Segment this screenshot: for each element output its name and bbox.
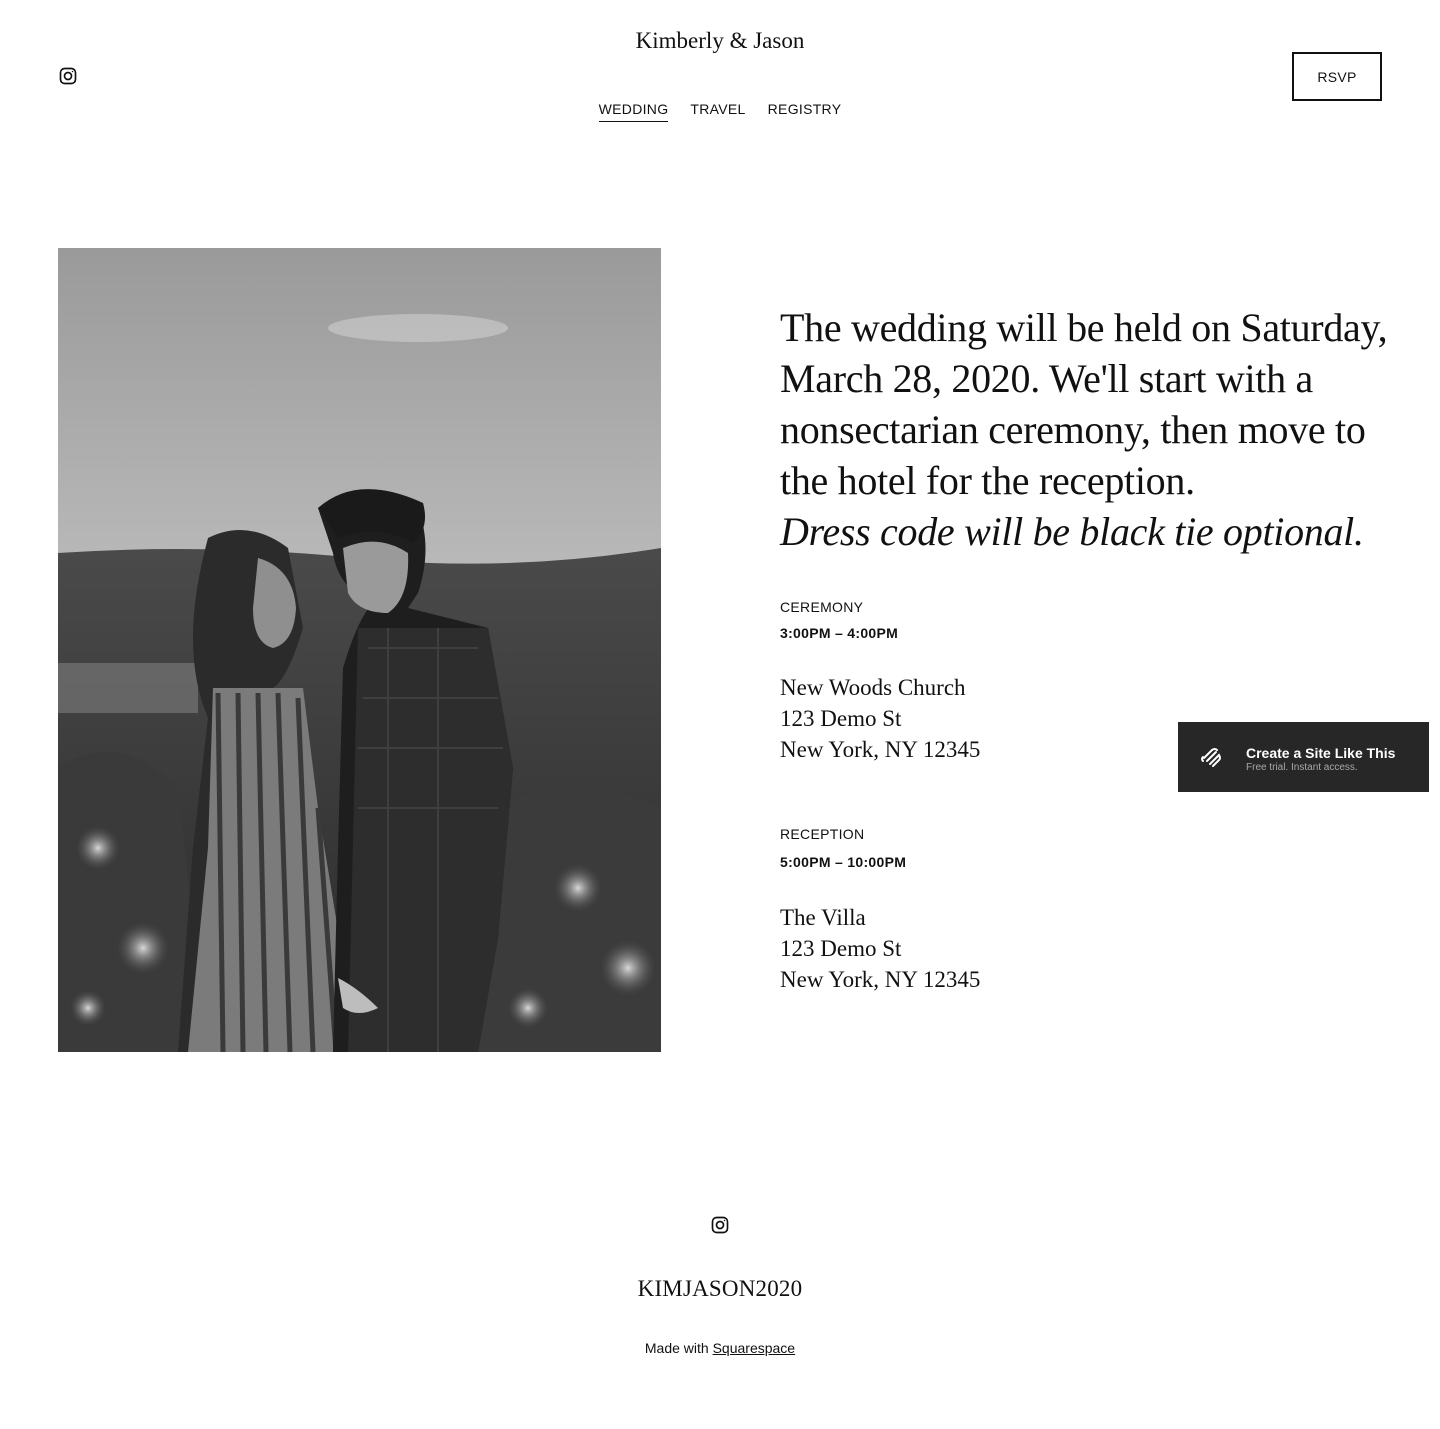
- page: Kimberly & Jason WEDDING TRAVEL REGISTRY…: [0, 0, 1440, 1429]
- badge-title: Create a Site Like This: [1246, 745, 1396, 761]
- nav-item-wedding[interactable]: WEDDING: [598, 101, 669, 122]
- reception-venue: The Villa: [780, 905, 866, 930]
- ceremony-street: 123 Demo St: [780, 706, 902, 731]
- wedding-intro: The wedding will be held on Saturday, Ma…: [780, 302, 1400, 557]
- couple-photo: [58, 248, 661, 1052]
- ceremony-address: New Woods Church 123 Demo St New York, N…: [780, 672, 980, 765]
- instagram-icon[interactable]: [710, 1215, 730, 1235]
- reception-time: 5:00PM – 10:00PM: [780, 854, 907, 870]
- made-with-prefix: Made with: [644, 1340, 709, 1356]
- made-with-text: Made with Squarespace: [0, 1340, 1440, 1356]
- ceremony-city: New York, NY 12345: [780, 737, 981, 762]
- reception-city: New York, NY 12345: [780, 967, 981, 992]
- badge-subtitle: Free trial. Instant access.: [1246, 762, 1358, 773]
- nav-item-registry[interactable]: REGISTRY: [768, 101, 842, 122]
- create-site-badge[interactable]: Create a Site Like This Free trial. Inst…: [1178, 722, 1429, 792]
- site-title[interactable]: Kimberly & Jason: [0, 28, 1440, 54]
- ceremony-venue: New Woods Church: [780, 675, 966, 700]
- intro-text: The wedding will be held on Saturday, Ma…: [780, 305, 1388, 503]
- rsvp-button[interactable]: RSVP: [1292, 52, 1382, 101]
- reception-label: RECEPTION: [780, 826, 865, 842]
- main-nav: WEDDING TRAVEL REGISTRY: [0, 101, 1440, 122]
- squarespace-link[interactable]: Squarespace: [713, 1340, 796, 1356]
- dress-code-text: Dress code will be black tie optional.: [780, 509, 1364, 554]
- ceremony-time: 3:00PM – 4:00PM: [780, 625, 899, 641]
- squarespace-logo-icon: [1201, 748, 1221, 767]
- reception-street: 123 Demo St: [780, 936, 902, 961]
- nav-item-travel[interactable]: TRAVEL: [690, 101, 745, 122]
- ceremony-label: CEREMONY: [780, 599, 864, 615]
- instagram-icon[interactable]: [58, 66, 78, 86]
- reception-address: The Villa 123 Demo St New York, NY 12345: [780, 902, 980, 995]
- footer-title: KIMJASON2020: [637, 1276, 803, 1301]
